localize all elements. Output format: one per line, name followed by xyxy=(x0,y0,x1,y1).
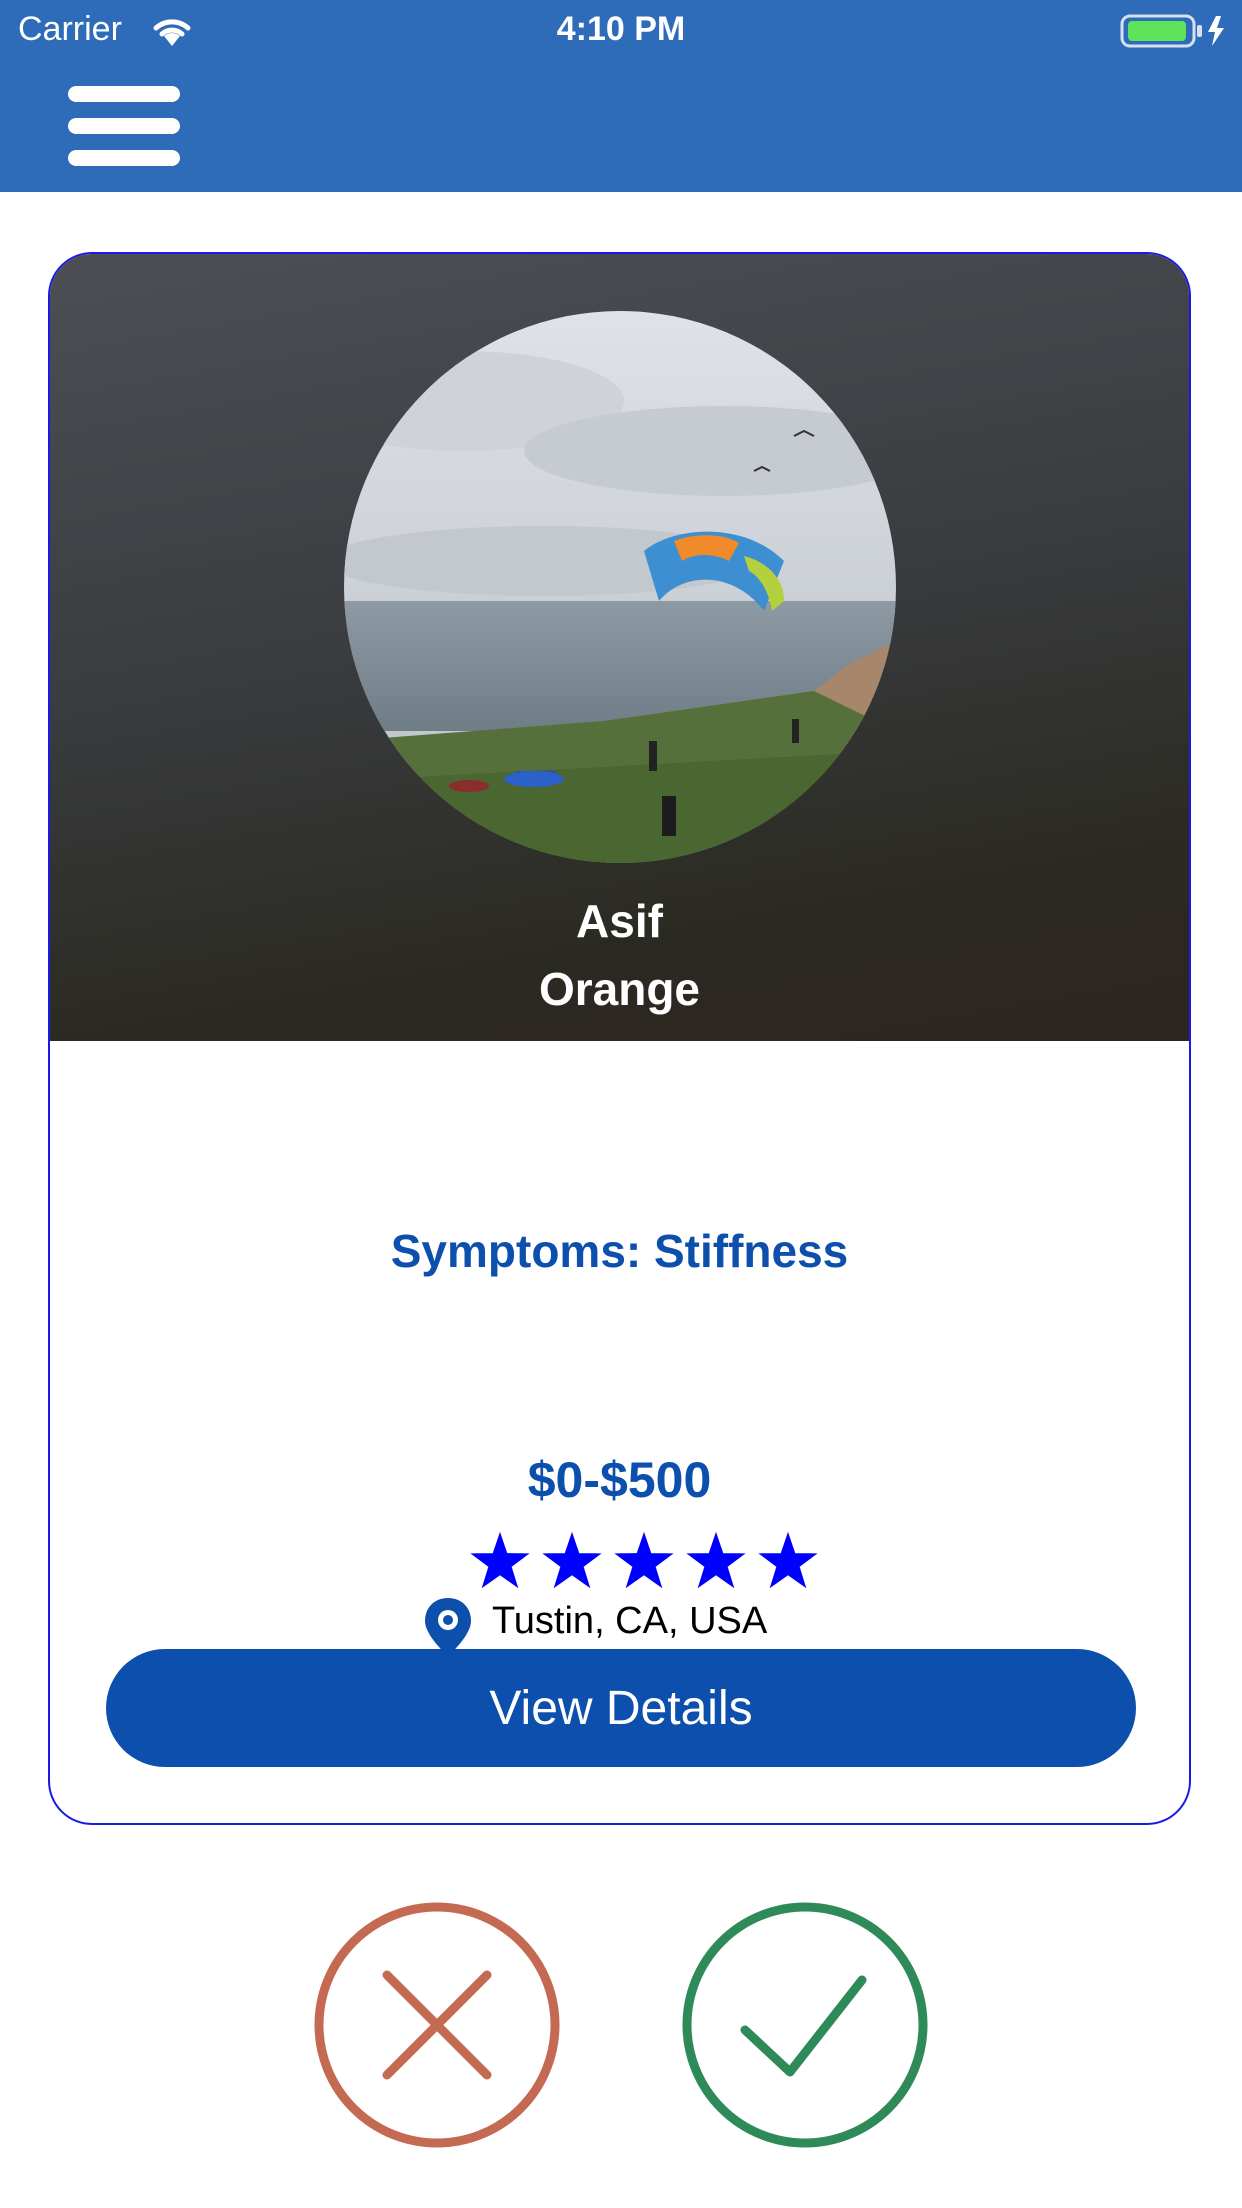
star-rating xyxy=(450,1531,850,1591)
checkmark-icon xyxy=(682,1902,928,2148)
view-details-button[interactable]: View Details xyxy=(106,1649,1136,1767)
profile-last-name: Orange xyxy=(538,963,701,1015)
star-icon xyxy=(470,1531,530,1589)
price-range: $0-$500 xyxy=(527,1452,712,1508)
profile-first-name: Asif xyxy=(576,895,663,947)
hamburger-menu-icon[interactable] xyxy=(62,82,182,172)
star-icon xyxy=(686,1531,746,1589)
status-time: 4:10 PM xyxy=(556,10,686,48)
symptoms-label: Symptoms: Stiffness xyxy=(390,1225,849,1277)
reject-button[interactable] xyxy=(312,1900,562,2150)
nav-bar xyxy=(0,60,1242,192)
status-bar: Carrier 4:10 PM xyxy=(0,0,1242,60)
location-label: Tustin, CA, USA xyxy=(492,1600,768,1642)
star-icon xyxy=(542,1531,602,1589)
accept-button[interactable] xyxy=(680,1900,930,2150)
star-icon xyxy=(614,1531,674,1589)
profile-photo xyxy=(344,311,896,863)
profile-card: Asif Orange Symptoms: Stiffness $0-$500 … xyxy=(48,252,1191,1825)
battery-charging-icon xyxy=(1120,14,1230,53)
close-icon xyxy=(314,1902,560,2148)
star-icon xyxy=(758,1531,818,1589)
card-hero: Asif Orange xyxy=(50,254,1189,1041)
